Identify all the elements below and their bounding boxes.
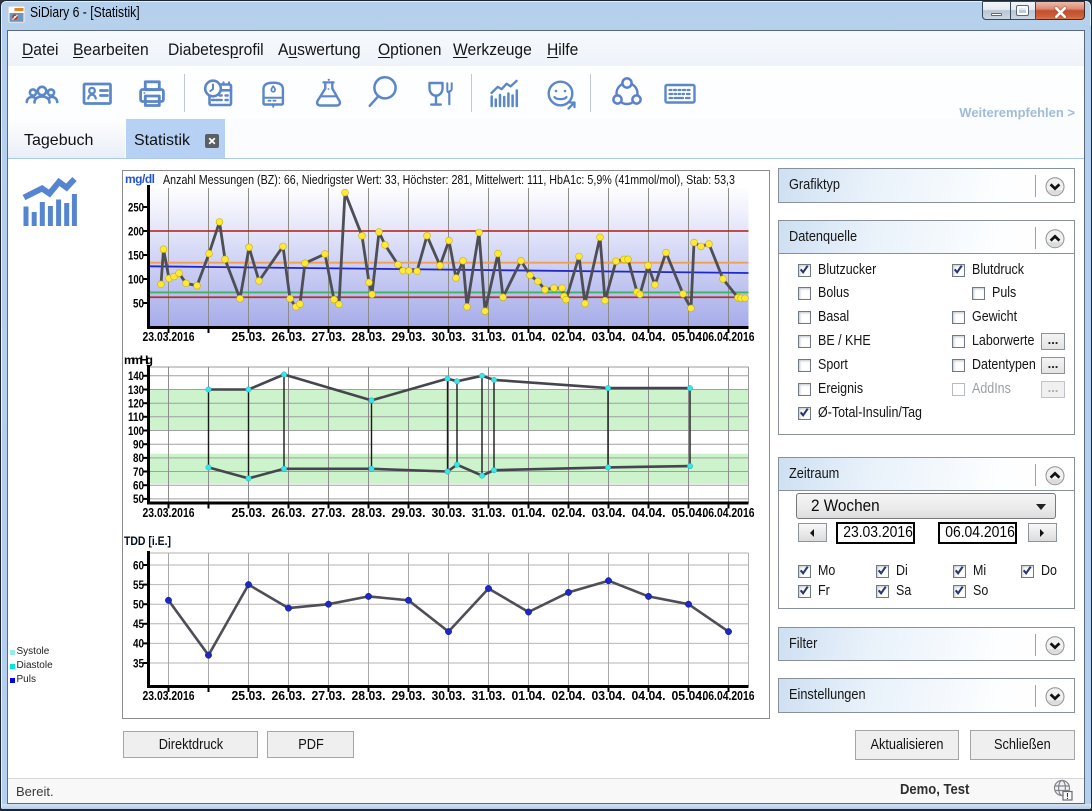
svg-text:28.03.: 28.03.	[352, 330, 386, 344]
svg-text:02.04.: 02.04.	[552, 506, 586, 520]
svg-text:70: 70	[133, 465, 144, 479]
svg-text:130: 130	[128, 383, 144, 397]
svg-text:40: 40	[133, 637, 144, 651]
svg-text:29.03.: 29.03.	[392, 689, 426, 703]
svg-text:250: 250	[128, 200, 144, 214]
svg-text:03.04.: 03.04.	[592, 689, 626, 703]
svg-text:04.04.: 04.04.	[632, 330, 666, 344]
svg-text:05.04.: 05.04.	[672, 506, 706, 520]
svg-text:02.04.: 02.04.	[552, 689, 586, 703]
svg-text:01.04.: 01.04.	[512, 330, 546, 344]
svg-text:06.04.2016: 06.04.2016	[703, 506, 755, 520]
svg-text:25.03.: 25.03.	[232, 330, 266, 344]
svg-text:mmHg: mmHg	[124, 353, 153, 367]
svg-text:31.03.: 31.03.	[472, 689, 506, 703]
svg-text:!: !	[1066, 792, 1069, 801]
svg-text:05.04.: 05.04.	[672, 689, 706, 703]
svg-text:50: 50	[133, 492, 144, 506]
svg-text:29.03.: 29.03.	[392, 330, 426, 344]
svg-text:01.04.: 01.04.	[512, 506, 546, 520]
svg-text:31.03.: 31.03.	[472, 330, 506, 344]
svg-text:28.03.: 28.03.	[352, 506, 386, 520]
svg-text:45: 45	[133, 617, 144, 631]
svg-text:90: 90	[133, 438, 144, 452]
svg-text:06.04.2016: 06.04.2016	[703, 330, 755, 344]
svg-text:30.03.: 30.03.	[432, 689, 466, 703]
svg-text:23.03.2016: 23.03.2016	[143, 330, 195, 344]
svg-text:110: 110	[128, 410, 144, 424]
svg-text:150: 150	[128, 248, 144, 262]
svg-text:80: 80	[133, 451, 144, 465]
svg-text:100: 100	[128, 424, 144, 438]
svg-text:05.04.: 05.04.	[672, 330, 706, 344]
svg-text:140: 140	[128, 369, 144, 383]
svg-text:25.03.: 25.03.	[232, 506, 266, 520]
svg-text:30.03.: 30.03.	[432, 330, 466, 344]
svg-text:02.04.: 02.04.	[552, 330, 586, 344]
svg-text:35: 35	[133, 656, 144, 670]
svg-text:28.03.: 28.03.	[352, 689, 386, 703]
svg-text:mg/dl: mg/dl	[125, 172, 155, 186]
svg-text:04.04.: 04.04.	[632, 506, 666, 520]
svg-text:120: 120	[128, 397, 144, 411]
svg-text:26.03.: 26.03.	[272, 689, 306, 703]
svg-text:03.04.: 03.04.	[592, 330, 626, 344]
svg-text:30.03.: 30.03.	[432, 506, 466, 520]
svg-text:60: 60	[133, 479, 144, 493]
svg-text:03.04.: 03.04.	[592, 506, 626, 520]
svg-text:26.03.: 26.03.	[272, 330, 306, 344]
svg-text:25.03.: 25.03.	[232, 689, 266, 703]
svg-text:50: 50	[133, 296, 144, 310]
svg-text:31.03.: 31.03.	[472, 506, 506, 520]
svg-text:50: 50	[133, 598, 144, 612]
svg-text:04.04.: 04.04.	[632, 689, 666, 703]
svg-text:100: 100	[128, 272, 144, 286]
svg-text:29.03.: 29.03.	[392, 506, 426, 520]
svg-text:Anzahl Messungen (BZ): 66, Nie: Anzahl Messungen (BZ): 66, Niedrigster W…	[163, 172, 735, 187]
svg-text:27.03.: 27.03.	[312, 506, 346, 520]
svg-text:06.04.2016: 06.04.2016	[703, 689, 755, 703]
svg-text:TDD [i.E.]: TDD [i.E.]	[124, 534, 171, 548]
svg-text:23.03.2016: 23.03.2016	[143, 506, 195, 520]
svg-text:27.03.: 27.03.	[312, 689, 346, 703]
svg-text:55: 55	[133, 578, 144, 592]
svg-text:23.03.2016: 23.03.2016	[143, 689, 195, 703]
svg-text:27.03.: 27.03.	[312, 330, 346, 344]
svg-text:60: 60	[133, 558, 144, 572]
svg-text:26.03.: 26.03.	[272, 506, 306, 520]
svg-text:01.04.: 01.04.	[512, 689, 546, 703]
svg-text:200: 200	[128, 224, 144, 238]
